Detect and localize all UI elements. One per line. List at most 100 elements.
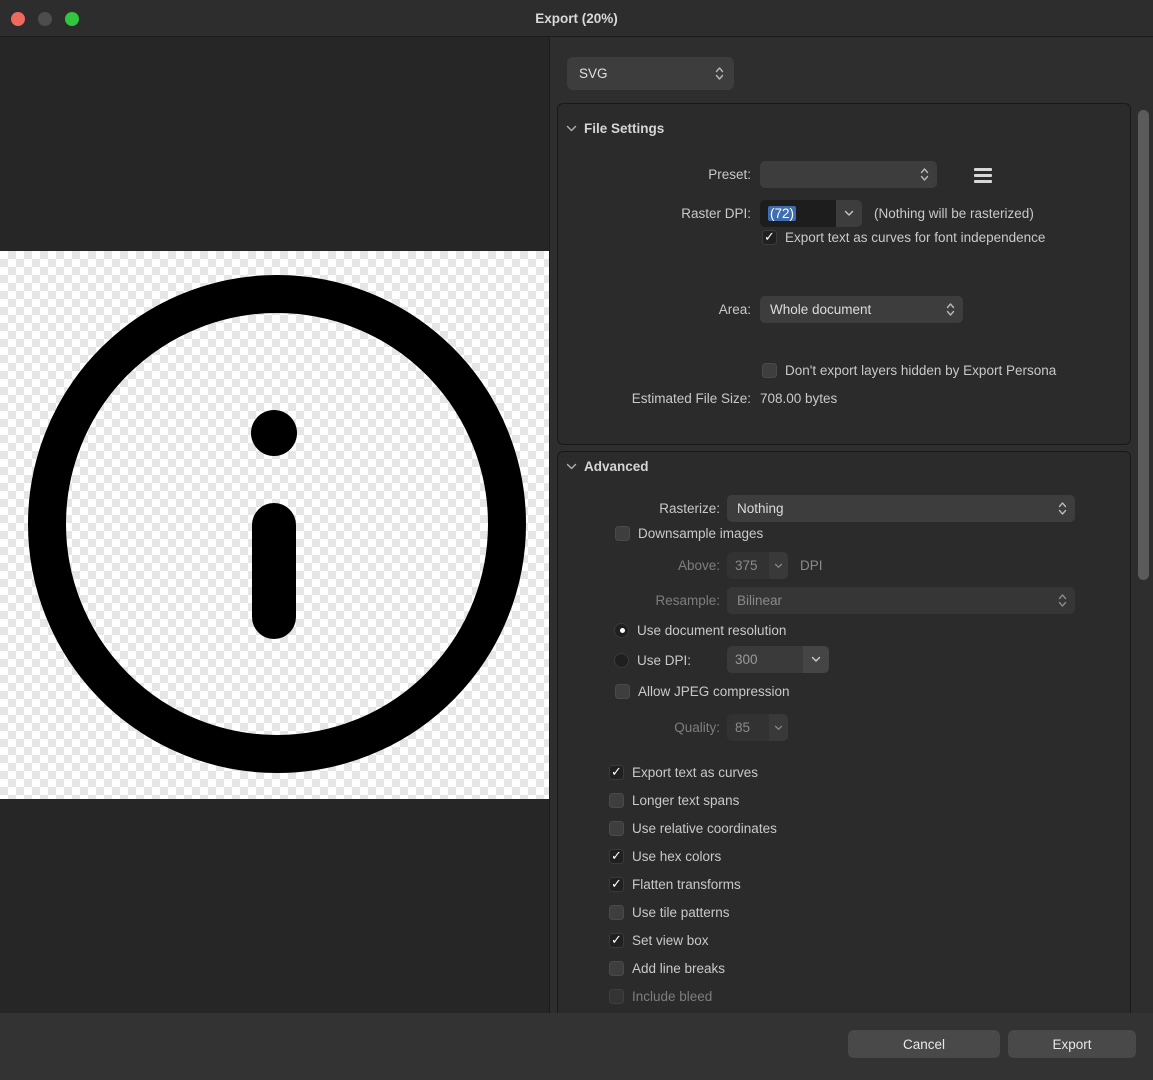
option-include-bleed: Include bleed (609, 988, 777, 1004)
checkbox-label: Longer text spans (632, 793, 739, 808)
chevron-down-icon (774, 725, 783, 731)
export-preview-pane (0, 37, 549, 1013)
estimated-size-label: Estimated File Size: (558, 385, 751, 412)
radio-unselected-icon (614, 653, 629, 668)
checkbox-unchecked-icon (762, 363, 777, 378)
section-title: Advanced (584, 459, 649, 474)
allow-jpeg-checkbox[interactable]: Allow JPEG compression (615, 683, 790, 699)
rasterize-select[interactable]: Nothing (727, 495, 1075, 522)
use-document-resolution-radio[interactable]: Use document resolution (614, 622, 786, 638)
option-add-line-breaks[interactable]: Add line breaks (609, 960, 777, 976)
checkbox-unchecked-icon (609, 793, 624, 808)
file-settings-section: File Settings Preset: Raster DPI: (557, 103, 1131, 445)
option-export-text-curves[interactable]: Export text as curves (609, 764, 777, 780)
checkbox-unchecked-icon (615, 684, 630, 699)
radio-label: Use DPI: (637, 653, 691, 668)
raster-dpi-dropdown-button[interactable] (836, 200, 862, 227)
cancel-button[interactable]: Cancel (848, 1030, 1000, 1058)
option-flatten-transforms[interactable]: Flatten transforms (609, 876, 777, 892)
preset-row: Preset: (558, 161, 1132, 188)
checkbox-unchecked-icon (615, 526, 630, 541)
stepper-icon (920, 167, 929, 182)
option-longer-text-spans[interactable]: Longer text spans (609, 792, 777, 808)
checkbox-unchecked-icon (609, 905, 624, 920)
dialog-footer: Cancel Export (0, 1013, 1153, 1080)
checkbox-label: Export text as curves for font independe… (785, 230, 1045, 245)
quality-combo: 85 (727, 714, 788, 741)
info-icon-artwork (0, 251, 549, 799)
window-title: Export (20%) (0, 0, 1153, 37)
advanced-section: Advanced Rasterize: Nothing Downsample i… (557, 451, 1131, 1045)
file-settings-header[interactable]: File Settings (566, 121, 664, 136)
quality-dropdown-button (769, 714, 788, 741)
quality-input: 85 (727, 714, 769, 741)
format-select[interactable]: SVG (567, 57, 734, 90)
estimated-size-row: Estimated File Size: 708.00 bytes (558, 385, 1132, 412)
preset-select[interactable] (760, 161, 937, 188)
above-dropdown-button (769, 552, 788, 579)
option-use-hex-colors[interactable]: Use hex colors (609, 848, 777, 864)
area-select-value: Whole document (770, 302, 946, 317)
advanced-header[interactable]: Advanced (566, 459, 649, 474)
use-dpi-radio[interactable]: Use DPI: (614, 652, 691, 668)
raster-dpi-value: (72) (768, 206, 796, 221)
use-dpi-input[interactable]: 300 (727, 646, 803, 673)
above-input: 375 (727, 552, 769, 579)
rasterize-row: Rasterize: Nothing (558, 495, 1132, 522)
checkbox-label: Export text as curves (632, 765, 758, 780)
export-text-curves-checkbox[interactable]: Export text as curves for font independe… (762, 229, 1045, 245)
preview-canvas (0, 251, 549, 799)
radio-label: Use document resolution (637, 623, 786, 638)
use-dpi-dropdown-button[interactable] (803, 646, 829, 673)
resample-select: Bilinear (727, 587, 1075, 614)
checkbox-label: Set view box (632, 933, 709, 948)
export-button[interactable]: Export (1008, 1030, 1136, 1058)
checkbox-unchecked-icon (609, 989, 624, 1004)
option-set-view-box[interactable]: Set view box (609, 932, 777, 948)
preset-label: Preset: (558, 161, 751, 188)
chevron-down-icon (774, 563, 783, 569)
quality-label: Quality: (558, 714, 720, 741)
rasterize-select-value: Nothing (737, 501, 1058, 516)
stepper-icon (1058, 501, 1067, 516)
preset-menu-icon[interactable] (974, 168, 992, 183)
stepper-icon (1058, 593, 1067, 608)
chevron-down-icon (566, 463, 577, 470)
chevron-down-icon (844, 210, 854, 217)
resample-row: Resample: Bilinear (558, 587, 1132, 614)
checkbox-label: Don't export layers hidden by Export Per… (785, 363, 1056, 378)
checkbox-unchecked-icon (609, 961, 624, 976)
quality-value: 85 (735, 720, 750, 735)
checkbox-checked-icon (609, 765, 624, 780)
area-label: Area: (558, 296, 751, 323)
svg-options-list: Export text as curves Longer text spans … (609, 764, 777, 1004)
checkbox-label: Use hex colors (632, 849, 721, 864)
export-settings-panel: SVG File Settings Preset: (549, 37, 1153, 1013)
raster-dpi-input[interactable]: (72) (760, 200, 836, 227)
above-label: Above: (558, 552, 720, 579)
above-dpi-row: Above: 375 DPI (558, 552, 1132, 579)
chevron-down-icon (566, 125, 577, 132)
option-use-relative-coordinates[interactable]: Use relative coordinates (609, 820, 777, 836)
use-dpi-combo[interactable]: 300 (727, 646, 829, 673)
above-combo: 375 (727, 552, 788, 579)
scrollbar[interactable] (1135, 103, 1153, 1013)
raster-dpi-label: Raster DPI: (558, 200, 751, 227)
scrollbar-thumb[interactable] (1138, 110, 1149, 580)
raster-dpi-combo[interactable]: (72) (760, 200, 862, 227)
checkbox-label: Flatten transforms (632, 877, 741, 892)
export-dialog: Export (20%) SVG File Set (0, 0, 1153, 1080)
stepper-icon (715, 66, 724, 81)
dont-export-hidden-checkbox[interactable]: Don't export layers hidden by Export Per… (762, 362, 1056, 378)
checkbox-checked-icon (609, 849, 624, 864)
checkbox-label: Add line breaks (632, 961, 725, 976)
use-dpi-value: 300 (735, 652, 758, 667)
resample-label: Resample: (558, 587, 720, 614)
estimated-size-value: 708.00 bytes (760, 385, 837, 412)
area-select[interactable]: Whole document (760, 296, 963, 323)
section-title: File Settings (584, 121, 664, 136)
downsample-checkbox[interactable]: Downsample images (615, 525, 763, 541)
checkbox-checked-icon (609, 933, 624, 948)
resample-select-value: Bilinear (737, 593, 1058, 608)
option-use-tile-patterns[interactable]: Use tile patterns (609, 904, 777, 920)
